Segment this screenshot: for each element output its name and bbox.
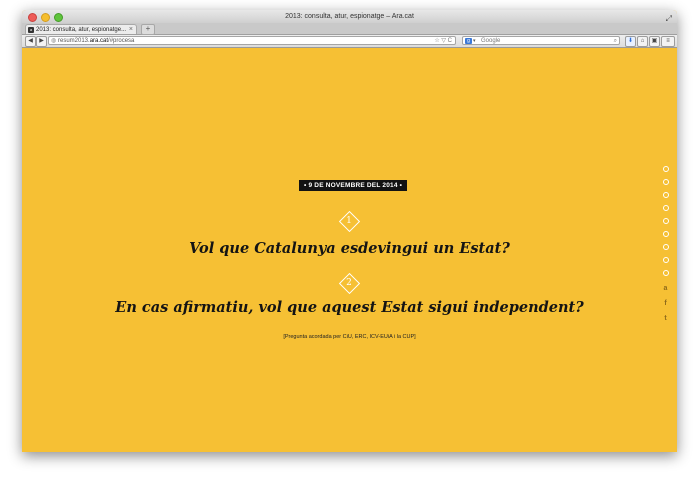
- section-dot[interactable]: [663, 270, 669, 276]
- date-badge: • 9 DE NOVEMBRE DEL 2014 •: [299, 180, 408, 191]
- close-window-button[interactable]: [28, 13, 37, 22]
- section-dot[interactable]: [663, 231, 669, 237]
- home-button[interactable]: ⌂: [637, 36, 648, 47]
- question-text: Vol que Catalunya esdevingui un Estat?: [189, 240, 510, 257]
- section-dot[interactable]: [663, 205, 669, 211]
- search-placeholder: Google: [481, 38, 501, 44]
- section-dots-nav: [663, 166, 669, 276]
- window-title: 2013: consulta, atur, espionatge – Ara.c…: [285, 13, 414, 20]
- downloads-button[interactable]: ⬇: [625, 36, 636, 47]
- twitter-icon[interactable]: t: [662, 315, 669, 322]
- forward-button[interactable]: ▶: [36, 36, 47, 47]
- ara-favicon-icon: a: [28, 27, 34, 33]
- address-bar[interactable]: ◍ resum2013.ara.cat/#procesa ☆ ▽ C: [48, 36, 456, 45]
- url-prefix: resum2013.: [58, 38, 90, 44]
- bookmark-star-reload-icons[interactable]: ☆ ▽ C: [434, 37, 452, 46]
- tab-label: 2013: consulta, atur, espionatge...: [36, 27, 127, 33]
- question-note: [Pregunta acordada per CiU, ERC, ICV-EUi…: [283, 334, 416, 340]
- question-number-badge: 1: [338, 210, 361, 233]
- window-controls: [28, 13, 63, 22]
- search-icon[interactable]: ⌕: [614, 37, 617, 46]
- section-dot[interactable]: [663, 166, 669, 172]
- new-tab-button[interactable]: +: [141, 24, 155, 35]
- navigation-toolbar: ◀ ▶ ◍ resum2013.ara.cat/#procesa ☆ ▽ C g…: [22, 35, 677, 48]
- google-engine-icon[interactable]: g: [465, 38, 472, 44]
- search-input[interactable]: g ▾ Google ⌕: [462, 36, 620, 45]
- url-host: ara.cat: [89, 38, 109, 44]
- browser-window: 2013: consulta, atur, espionatge – Ara.c…: [22, 10, 677, 452]
- title-bar: 2013: consulta, atur, espionatge – Ara.c…: [22, 10, 677, 23]
- menu-icon: ≡: [666, 38, 670, 44]
- section-dot[interactable]: [663, 218, 669, 224]
- tab-active[interactable]: a 2013: consulta, atur, espionatge... ×: [25, 24, 137, 34]
- section-dot[interactable]: [663, 244, 669, 250]
- download-icon: ⬇: [627, 38, 634, 44]
- engine-chevron-icon: ▾: [473, 38, 476, 44]
- section-dot[interactable]: [663, 179, 669, 185]
- forward-arrow-icon: ▶: [39, 38, 44, 44]
- question-number: 2: [346, 278, 352, 288]
- home-icon: ⌂: [640, 38, 645, 44]
- facebook-icon[interactable]: f: [662, 300, 669, 307]
- sync-icon: ▣: [651, 38, 658, 44]
- back-button[interactable]: ◀: [25, 36, 36, 47]
- question-text: En cas afirmatiu, vol que aquest Estat s…: [115, 299, 584, 316]
- section-dot[interactable]: [663, 257, 669, 263]
- social-share-bar: a f t: [662, 285, 669, 322]
- back-arrow-icon: ◀: [28, 38, 33, 44]
- tab-close-icon[interactable]: ×: [129, 25, 133, 34]
- tab-bar: a 2013: consulta, atur, espionatge... × …: [22, 23, 677, 35]
- page-content: • 9 DE NOVEMBRE DEL 2014 • 1 Vol que Cat…: [22, 48, 677, 452]
- url-path: /#procesa: [108, 38, 135, 44]
- menu-button[interactable]: ≡: [661, 36, 675, 47]
- minimize-window-button[interactable]: [41, 13, 50, 22]
- question-number-badge: 2: [338, 272, 361, 295]
- zoom-window-button[interactable]: [54, 13, 63, 22]
- section-dot[interactable]: [663, 192, 669, 198]
- meneame-icon[interactable]: a: [662, 285, 669, 292]
- question-number: 1: [346, 216, 352, 226]
- sync-button[interactable]: ▣: [649, 36, 660, 47]
- globe-icon: ◍: [51, 38, 57, 44]
